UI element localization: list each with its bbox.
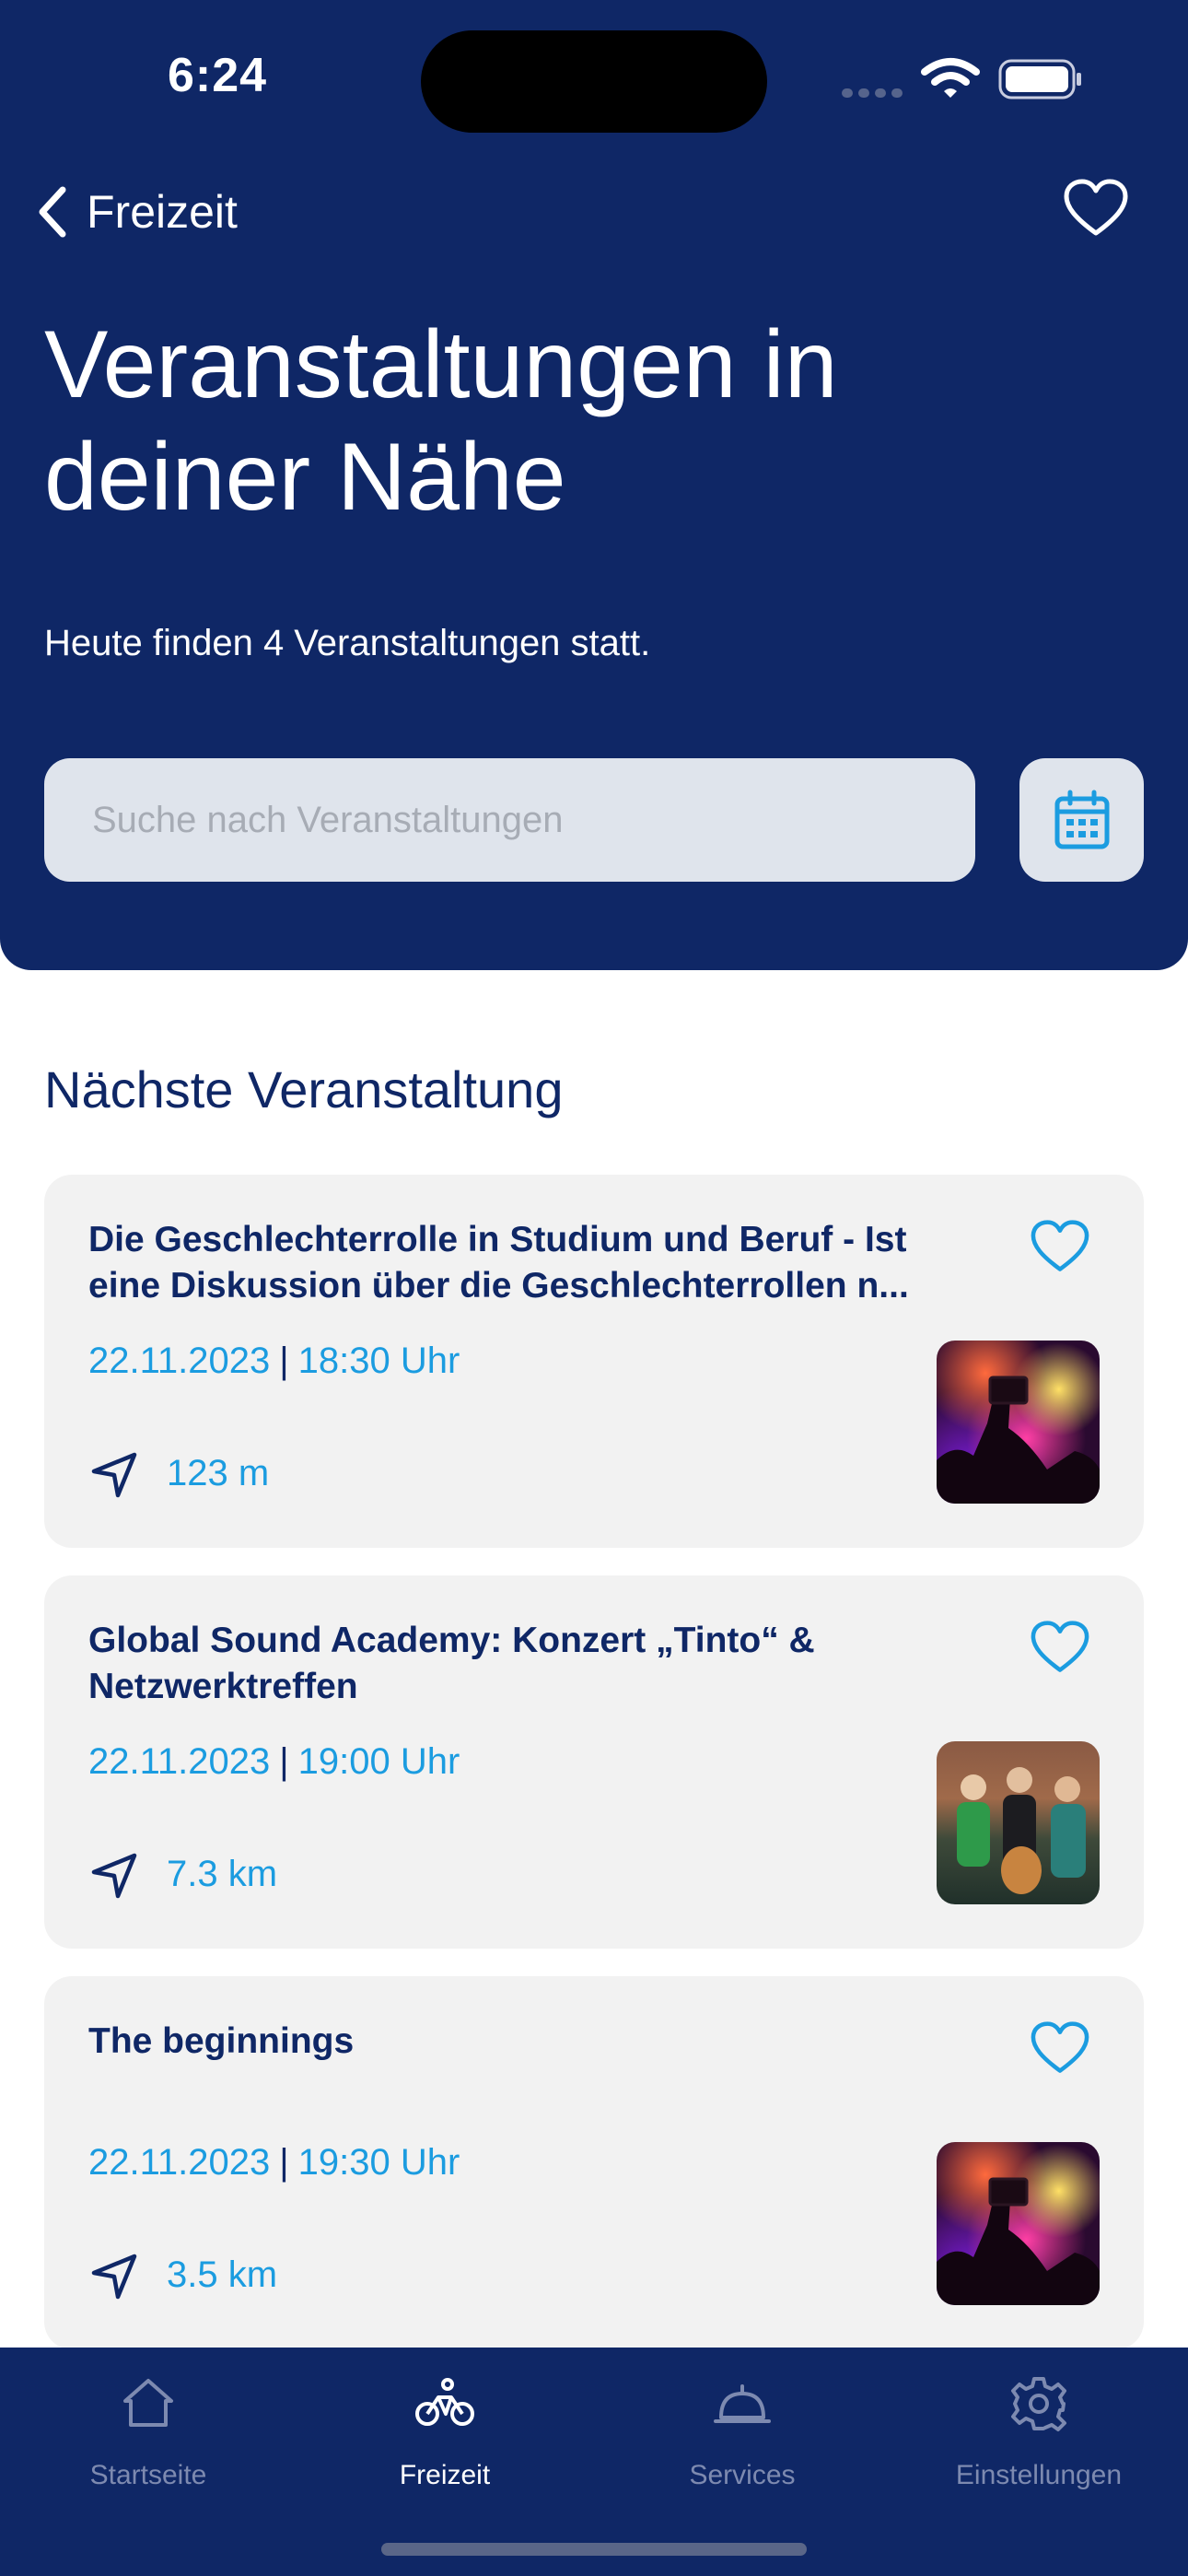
date-separator: | [279,1741,289,1782]
event-image [937,1341,1100,1504]
navigation-arrow-icon [91,1452,137,1498]
tab-freizeit[interactable]: Freizeit [297,2348,593,2490]
events-today-text: Heute finden 4 Veranstaltungen statt. [44,623,651,663]
favorite-heart-icon[interactable] [1030,1620,1090,1675]
wifi-icon [921,58,980,98]
date-separator: | [279,2142,289,2183]
favorite-heart-icon[interactable] [1030,2020,1090,2076]
date-separator: | [279,1341,289,1381]
tab-label: Startseite [89,2460,207,2490]
event-title: Die Geschlechterrolle in Studium und Ber… [88,1220,909,1306]
tab-label: Services [689,2460,796,2490]
event-date: 22.11.2023 [88,1341,271,1381]
event-datetime: 22.11.2023 | 19:00 Uhr [88,1741,460,1783]
bicycle-icon [415,2378,474,2426]
event-time: 18:30 Uhr [297,1341,460,1381]
event-time: 19:00 Uhr [297,1741,460,1782]
event-date: 22.11.2023 [88,1741,271,1782]
page-title: Veranstaltungen in deiner Nähe [44,311,838,531]
event-datetime: 22.11.2023 | 18:30 Uhr [88,1341,460,1382]
tab-einstellungen[interactable]: Einstellungen [891,2348,1187,2490]
event-distance: 123 m [167,1453,270,1493]
dynamic-island [421,30,767,133]
search-input[interactable] [44,758,975,882]
navigation-arrow-icon [91,1853,137,1899]
tab-services[interactable]: Services [594,2348,891,2490]
service-bell-icon [714,2384,771,2423]
gear-icon [1011,2377,1066,2431]
home-icon [123,2379,173,2427]
battery-icon [998,59,1081,100]
calendar-button[interactable] [1019,758,1144,882]
event-card[interactable]: Die Geschlechterrolle in Studium und Ber… [44,1175,1144,1548]
event-time: 19:30 Uhr [297,2142,460,2183]
event-distance: 3.5 km [167,2254,278,2295]
event-image [937,2142,1100,2305]
navigation-arrow-icon [91,2254,137,2300]
tab-label: Einstellungen [955,2460,1123,2490]
event-title: Global Sound Academy: Konzert „Tinto“ & … [88,1621,815,1706]
tab-startseite[interactable]: Startseite [0,2348,297,2490]
favorite-heart-icon[interactable] [1063,178,1129,239]
screen: 6:24 Freizeit Veranstaltungen in deiner … [0,0,1188,2576]
section-title: Nächste Veranstaltung [44,1060,564,1118]
header: 6:24 Freizeit Veranstaltungen in deiner … [0,0,1188,970]
chevron-left-icon [39,186,66,238]
calendar-icon [1054,790,1109,849]
favorite-heart-icon[interactable] [1030,1219,1090,1274]
event-distance: 7.3 km [167,1854,278,1894]
event-card[interactable]: Global Sound Academy: Konzert „Tinto“ & … [44,1575,1144,1949]
event-card[interactable]: The beginnings 22.11.2023 | 19:30 Uhr 3.5 … [44,1976,1144,2349]
cellular-signal-icon [842,86,908,102]
event-title: The beginnings [88,2021,355,2061]
back-button[interactable]: Freizeit [35,180,238,244]
event-datetime: 22.11.2023 | 19:30 Uhr [88,2142,460,2184]
status-time: 6:24 [168,49,268,102]
event-date: 22.11.2023 [88,2142,271,2183]
band-image [957,1767,1086,1894]
home-indicator [381,2543,807,2556]
event-image [937,1741,1100,1904]
concert-crowd-image [937,2177,1100,2305]
concert-crowd-image [937,1376,1100,1504]
tab-bar: Startseite Freizeit Services Einstellung… [0,2348,1188,2576]
back-label: Freizeit [87,186,238,238]
tab-label: Freizeit [399,2460,491,2490]
